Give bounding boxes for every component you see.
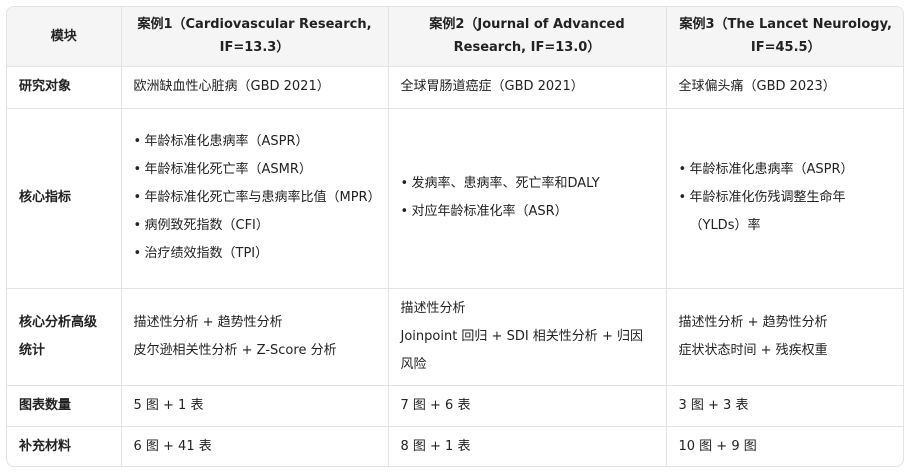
table-row-research-subject: 研究对象 欧洲缺血性心脏病（GBD 2021） 全球胃肠道癌症（GBD 2021…	[7, 65, 903, 109]
table-cell: 描述性分析 + 趋势性分析 症状状态时间 + 残疾权重	[665, 287, 903, 386]
bullet-icon: •	[400, 176, 409, 191]
table-cell: 全球胃肠道癌症（GBD 2021）	[387, 65, 667, 109]
table-cell: • 年龄标准化患病率（ASPR） • 年龄标准化死亡率（ASMR） • 年龄标准化死亡…	[120, 107, 389, 289]
list-item: • 年龄标准化伤残调整生命年（YLDs）率	[679, 184, 894, 240]
bullet-icon: •	[133, 218, 142, 233]
list-item: • 年龄标准化患病率（ASPR）	[134, 128, 376, 156]
list-item: • 对应年龄标准化率（ASR）	[401, 198, 654, 226]
row-label: 核心分析高级统计	[7, 287, 122, 386]
table-cell: • 年龄标准化患病率（ASPR） • 年龄标准化伤残调整生命年（YLDs）率	[665, 107, 903, 289]
bullet-icon: •	[133, 190, 142, 205]
table-cell: 全球偏头痛（GBD 2023）	[665, 65, 903, 109]
table-cell: 5 图 + 1 表	[120, 384, 389, 427]
table-row-supplementary: 补充材料 6 图 + 41 表 8 图 + 1 表 10 图 + 9 图	[7, 425, 903, 466]
list-item: • 治疗绩效指数（TPI）	[134, 240, 376, 268]
table-cell: 6 图 + 41 表	[120, 425, 389, 466]
bullet-icon: •	[400, 204, 409, 219]
bullet-list: • 年龄标准化患病率（ASPR） • 年龄标准化伤残调整生命年（YLDs）率	[679, 156, 894, 240]
table-cell: 10 图 + 9 图	[665, 425, 903, 466]
table-cell: 7 图 + 6 表	[387, 384, 667, 427]
bullet-icon: •	[678, 190, 687, 205]
table-cell: 描述性分析 + 趋势性分析 皮尔逊相关性分析 + Z-Score 分析	[120, 287, 389, 386]
list-item: • 年龄标准化死亡率（ASMR）	[134, 156, 376, 184]
row-label: 研究对象	[7, 65, 122, 109]
header-module: 模块	[7, 7, 122, 67]
list-item: • 发病率、患病率、死亡率和DALY	[401, 170, 654, 198]
header-case-1: 案例1（Cardiovascular Research, IF=13.3）	[120, 7, 389, 67]
bullet-list: • 发病率、患病率、死亡率和DALY • 对应年龄标准化率（ASR）	[401, 170, 654, 226]
header-case-3: 案例3（The Lancet Neurology, IF=45.5）	[665, 7, 903, 67]
bullet-icon: •	[133, 134, 142, 149]
list-item: • 年龄标准化死亡率与患病率比值（MPR）	[133, 184, 381, 212]
bullet-list: • 年龄标准化患病率（ASPR） • 年龄标准化死亡率（ASMR） • 年龄标准化死亡…	[133, 128, 381, 268]
table-header-row: 模块 案例1（Cardiovascular Research, IF=13.3）…	[7, 7, 903, 67]
comparison-table-container: 模块 案例1（Cardiovascular Research, IF=13.3）…	[6, 6, 904, 467]
list-item: • 病例致死指数（CFI）	[134, 212, 376, 240]
table-cell: 欧洲缺血性心脏病（GBD 2021）	[120, 65, 389, 109]
table-row-figure-count: 图表数量 5 图 + 1 表 7 图 + 6 表 3 图 + 3 表	[7, 384, 903, 427]
bullet-icon: •	[678, 162, 687, 177]
row-label: 核心指标	[7, 107, 122, 289]
table-row-core-analysis: 核心分析高级统计 描述性分析 + 趋势性分析 皮尔逊相关性分析 + Z-Scor…	[7, 287, 903, 386]
table-cell: 描述性分析 Joinpoint 回归 + SDI 相关性分析 + 归因风险	[387, 287, 667, 386]
bullet-icon: •	[133, 162, 142, 177]
table-cell: 8 图 + 1 表	[387, 425, 667, 466]
table-cell: • 发病率、患病率、死亡率和DALY • 对应年龄标准化率（ASR）	[387, 107, 667, 289]
table-cell: 3 图 + 3 表	[665, 384, 903, 427]
header-case-2: 案例2（Journal of Advanced Research, IF=13.…	[387, 7, 667, 67]
list-item: • 年龄标准化患病率（ASPR）	[679, 156, 894, 184]
row-label: 补充材料	[7, 425, 122, 466]
table-row-core-indicators: 核心指标 • 年龄标准化患病率（ASPR） • 年龄标准化死亡率（ASMR） • 年龄…	[7, 107, 903, 289]
bullet-icon: •	[133, 246, 142, 261]
row-label: 图表数量	[7, 384, 122, 427]
comparison-table: 模块 案例1（Cardiovascular Research, IF=13.3）…	[7, 7, 903, 466]
